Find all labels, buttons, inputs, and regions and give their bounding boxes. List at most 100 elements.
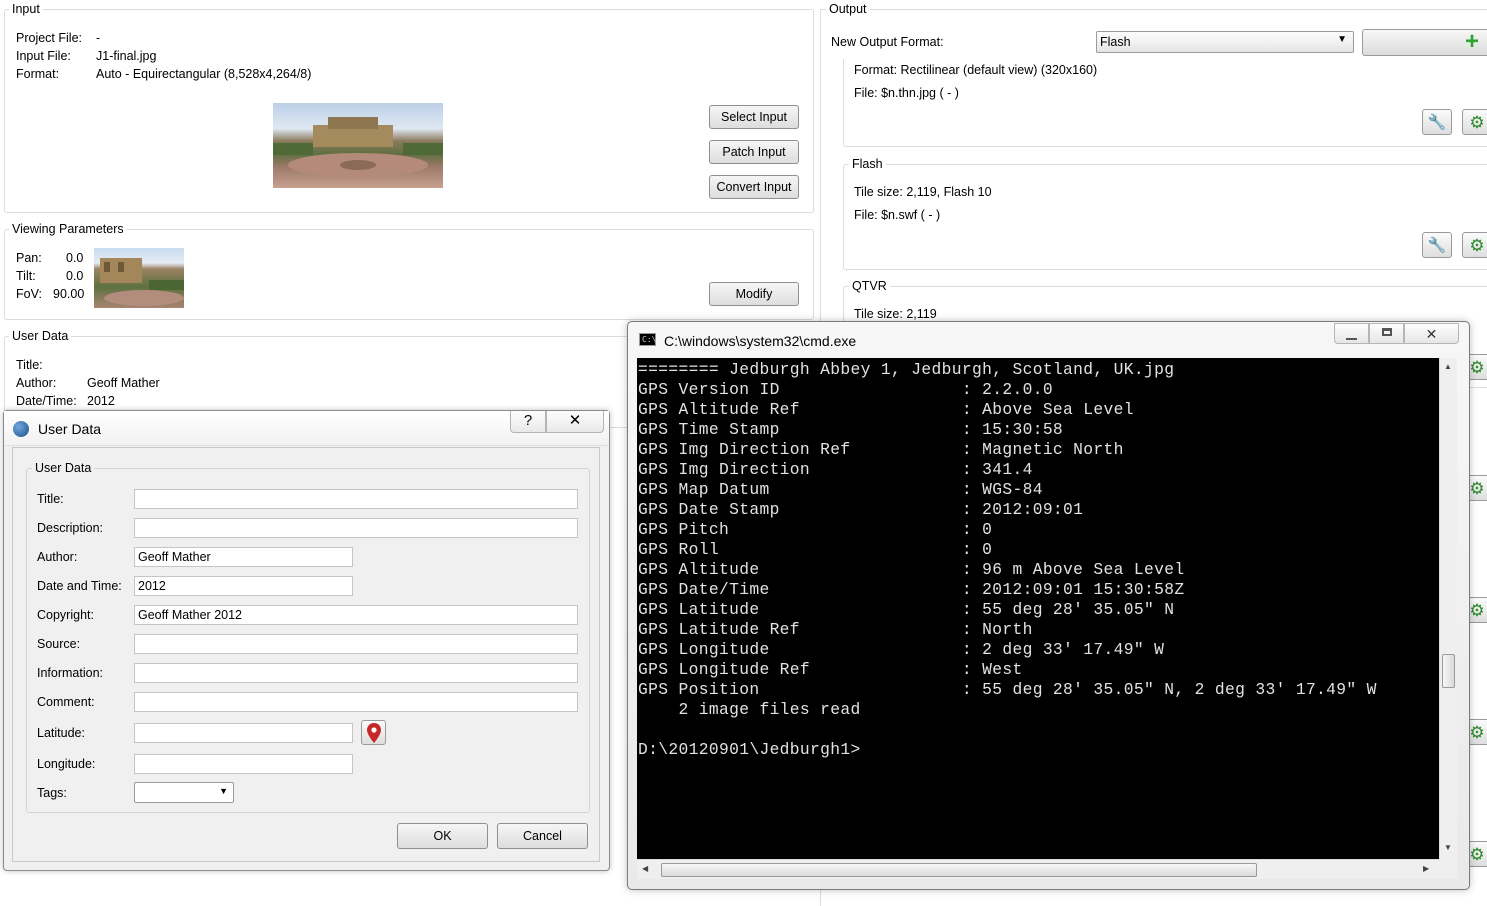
view-preview-thumbnail	[94, 248, 184, 308]
pan-label: Pan:	[16, 251, 42, 265]
field-datetime-input[interactable]: 2012	[134, 576, 353, 596]
ok-button[interactable]: OK	[397, 823, 488, 849]
fov-label: FoV:	[16, 287, 42, 301]
format-label: Format:	[16, 67, 60, 81]
cmd-vertical-scroll-thumb[interactable]	[1442, 654, 1455, 688]
console-line: GPS Img Direction : 341.4	[638, 460, 1033, 479]
patch-input-button[interactable]: Patch Input	[709, 140, 799, 164]
user-author-value: Geoff Mather	[87, 376, 160, 390]
console-line: GPS Longitude : 2 deg 33' 17.49" W	[638, 640, 1165, 659]
output-format-select[interactable]: Flash ▼	[1096, 31, 1354, 53]
cancel-button[interactable]: Cancel	[497, 823, 588, 849]
map-location-button[interactable]	[361, 720, 386, 745]
cmd-titlebar[interactable]: C:\ C:\windows\system32\cmd.exe ✕	[628, 322, 1469, 358]
convert-input-button[interactable]: Convert Input	[709, 175, 799, 199]
console-line: D:\20120901\Jedburgh1>	[638, 740, 861, 759]
field-title-input[interactable]	[134, 489, 578, 509]
gear-icon: ⚙	[1469, 235, 1485, 255]
help-button[interactable]: ?	[510, 411, 546, 433]
input-group-legend: Input	[9, 2, 43, 16]
chevron-down-icon: ▼	[1337, 34, 1347, 45]
flash-legend: Flash	[849, 157, 886, 171]
fov-value: 90.00	[53, 287, 85, 301]
flash-build-button[interactable]: ⚙	[1462, 232, 1487, 258]
gear-icon: ⚙	[1469, 478, 1485, 498]
field-copyright-input[interactable]: Geoff Mather 2012	[134, 605, 578, 625]
default-view-format: Format: Rectilinear (default view) (320x…	[854, 63, 1098, 77]
console-line: GPS Date/Time : 2012:09:01 15:30:58Z	[638, 580, 1185, 599]
select-input-button[interactable]: Select Input	[709, 105, 799, 129]
user-datetime-value: 2012	[87, 394, 115, 408]
cmd-vertical-scrollbar[interactable]: ▲ ▼	[1439, 358, 1457, 859]
gear-icon: ⚙	[1469, 844, 1485, 864]
field-longitude-input[interactable]	[134, 754, 353, 774]
flash-tile-size: Tile size: 2,119, Flash 10	[854, 185, 992, 199]
dialog-close-button[interactable]: ✕	[546, 411, 604, 433]
console-line: GPS Altitude : 96 m Above Sea Level	[638, 560, 1185, 579]
cmd-window: C:\ C:\windows\system32\cmd.exe ✕ ======…	[627, 321, 1470, 890]
cmd-console[interactable]: ======== Jedburgh Abbey 1, Jedburgh, Sco…	[637, 358, 1439, 859]
user-title-label: Title:	[16, 358, 43, 372]
gear-icon: ⚙	[1469, 722, 1485, 742]
cmd-close-button[interactable]: ✕	[1404, 323, 1459, 344]
panorama-thumbnail-art	[273, 117, 443, 177]
default-view-build-button[interactable]: ⚙	[1462, 109, 1487, 135]
console-line: GPS Img Direction Ref : Magnetic North	[638, 440, 1124, 459]
panorama-thumbnail	[273, 103, 443, 188]
user-author-label: Author:	[16, 376, 57, 390]
field-latitude-input[interactable]	[134, 723, 353, 743]
scroll-right-arrow-icon[interactable]: ▶	[1423, 864, 1429, 873]
cmd-resize-grip[interactable]	[1439, 859, 1457, 879]
user-datetime-label: Date/Time:	[16, 394, 77, 408]
dialog-titlebar[interactable]: User Data ? ✕	[4, 411, 609, 446]
map-pin-icon	[366, 723, 381, 743]
cmd-title: C:\windows\system32\cmd.exe	[664, 333, 857, 349]
cmd-horizontal-scrollbar[interactable]: ◀ ▶	[637, 859, 1439, 879]
modify-button[interactable]: Modify	[709, 282, 799, 306]
field-source-label: Source:	[37, 637, 81, 651]
console-line: GPS Latitude : 55 deg 28' 35.05" N	[638, 600, 1175, 619]
close-icon: ✕	[1425, 326, 1438, 342]
field-comment-input[interactable]	[134, 692, 578, 712]
field-author-input[interactable]: Geoff Mather	[134, 547, 353, 567]
field-tags-select[interactable]: ▼	[134, 782, 234, 803]
field-source-input[interactable]	[134, 634, 578, 654]
field-information-input[interactable]	[134, 663, 578, 683]
field-description-input[interactable]	[134, 518, 578, 538]
dialog-title: User Data	[38, 421, 102, 437]
cmd-horizontal-scroll-thumb[interactable]	[661, 863, 1257, 877]
project-file-label: Project File:	[16, 31, 82, 45]
gear-icon: ⚙	[1469, 357, 1485, 377]
qtvr-tile-size: Tile size: 2,119	[854, 307, 937, 321]
default-view-file: File: $n.thn.jpg ( - )	[854, 86, 959, 100]
field-comment-label: Comment:	[37, 695, 95, 709]
console-line: GPS Position : 55 deg 28' 35.05" N, 2 de…	[638, 680, 1377, 699]
console-line: GPS Time Stamp : 15:30:58	[638, 420, 1064, 439]
console-line: GPS Version ID : 2.2.0.0	[638, 380, 1053, 399]
field-author-label: Author:	[37, 550, 78, 564]
field-latitude-label: Latitude:	[37, 726, 85, 740]
scroll-up-arrow-icon[interactable]: ▲	[1444, 362, 1452, 371]
user-data-dialog: User Data ? ✕ User Data Title: Descripti…	[3, 410, 610, 871]
default-view-settings-button[interactable]: 🔧	[1422, 109, 1452, 135]
cmd-maximize-button[interactable]	[1369, 323, 1404, 344]
console-line: 2 image files read	[638, 700, 861, 719]
qtvr-legend: QTVR	[849, 279, 890, 293]
cmd-app-icon: C:\	[639, 333, 656, 346]
scroll-down-arrow-icon[interactable]: ▼	[1444, 843, 1452, 852]
format-value: Auto - Equirectangular (8,528x4,264/8)	[96, 67, 312, 81]
chevron-down-icon: ▼	[219, 786, 228, 796]
console-line: GPS Map Datum : WGS-84	[638, 480, 1043, 499]
console-line: GPS Roll : 0	[638, 540, 993, 559]
scroll-left-arrow-icon[interactable]: ◀	[642, 864, 648, 873]
field-description-label: Description:	[37, 521, 103, 535]
cmd-minimize-button[interactable]	[1334, 323, 1369, 344]
field-information-label: Information:	[37, 666, 104, 680]
gear-icon: ⚙	[1469, 600, 1485, 620]
input-file-value: J1-final.jpg	[96, 49, 157, 63]
flash-settings-button[interactable]: 🔧	[1422, 232, 1452, 258]
field-longitude-label: Longitude:	[37, 757, 96, 771]
add-output-button[interactable]: +	[1362, 29, 1487, 56]
console-line: GPS Latitude Ref : North	[638, 620, 1033, 639]
